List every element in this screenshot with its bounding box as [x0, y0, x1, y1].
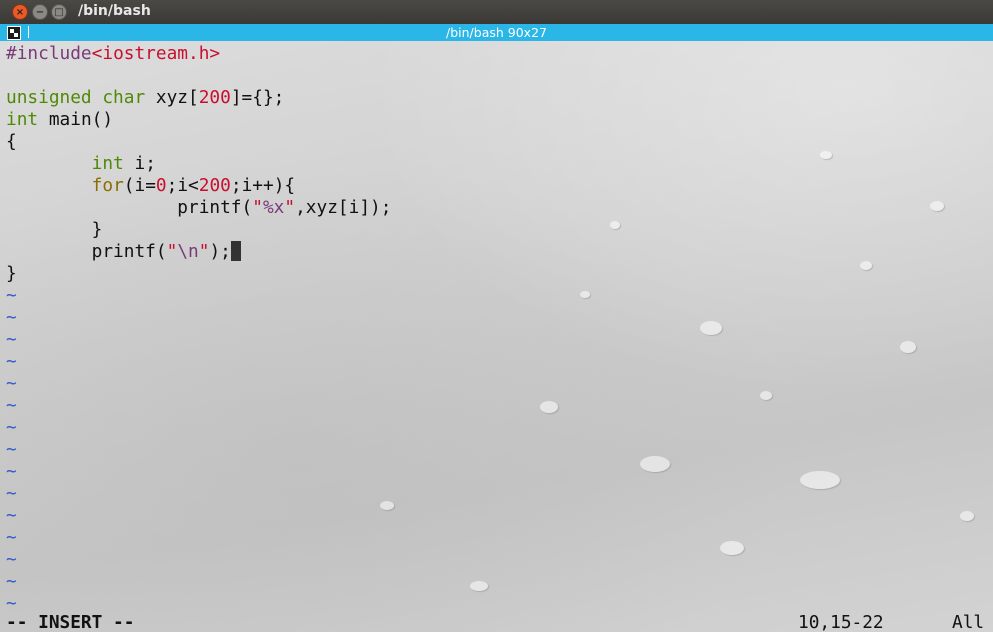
empty-line-marker: ~ [6, 417, 17, 438]
code-token: " [284, 197, 296, 218]
code-token: { [6, 131, 17, 152]
code-token: printf( [6, 197, 253, 218]
code-token: " [166, 241, 178, 262]
code-line: printf("%x",xyz[i]); [6, 197, 391, 219]
code-token: main() [38, 109, 114, 130]
code-token: (i= [123, 175, 156, 196]
code-token: } [6, 219, 103, 240]
insert-mode-indicator: -- INSERT -- [6, 612, 135, 632]
code-token: printf( [6, 241, 167, 262]
cursor-position: 10,15-22 [798, 612, 884, 632]
empty-line-marker: ~ [6, 571, 17, 592]
empty-line-marker: ~ [6, 395, 17, 416]
code-line: { [6, 131, 391, 153]
code-line: int main() [6, 109, 391, 131]
code-token: } [6, 263, 17, 284]
code-token: i; [123, 153, 156, 174]
code-token: 200 [198, 87, 231, 108]
code-token: <iostream.h> [91, 43, 221, 64]
code-token: ;i< [166, 175, 199, 196]
code-line: } [6, 263, 391, 285]
code-token: ); [209, 241, 231, 262]
window-title: /bin/bash [78, 3, 151, 19]
code-token: int [6, 109, 39, 130]
empty-line-marker: ~ [6, 483, 17, 504]
code-line: #include<iostream.h> [6, 43, 391, 65]
window-titlebar[interactable]: × − □ /bin/bash [0, 0, 993, 24]
code-line: int i; [6, 153, 391, 175]
code-line: for(i=0;i<200;i++){ [6, 175, 391, 197]
close-icon[interactable]: × [12, 4, 28, 20]
empty-line-marker: ~ [6, 439, 17, 460]
code-token: xyz[ [145, 87, 199, 108]
vim-status-line: -- INSERT -- 10,15-22 All [6, 612, 986, 632]
empty-line-marker: ~ [6, 351, 17, 372]
text-cursor [230, 241, 241, 261]
tab-bar: /bin/bash 90x27 [0, 24, 993, 41]
code-token: %x [262, 197, 285, 218]
code-line: printf("\n"); [6, 241, 391, 263]
empty-line-marker: ~ [6, 285, 17, 306]
empty-line-marker: ~ [6, 461, 17, 482]
empty-line-marker: ~ [6, 307, 17, 328]
code-token: ,xyz[i]); [295, 197, 392, 218]
code-token: 0 [155, 175, 167, 196]
code-token: \n [177, 241, 199, 262]
code-token: #include [6, 43, 92, 64]
empty-line-marker: ~ [6, 527, 17, 548]
code-line: } [6, 219, 391, 241]
code-token: for [91, 175, 124, 196]
code-token: 200 [198, 175, 231, 196]
maximize-icon[interactable]: □ [51, 4, 67, 20]
empty-line-marker: ~ [6, 329, 17, 350]
code-editor[interactable]: #include<iostream.h> unsigned char xyz[20… [6, 43, 391, 615]
code-token: int [91, 153, 124, 174]
code-token: ;i++){ [230, 175, 296, 196]
empty-line-marker: ~ [6, 373, 17, 394]
code-token: unsigned char [6, 87, 146, 108]
code-token: ]={}; [230, 87, 285, 108]
minimize-icon[interactable]: − [32, 4, 48, 20]
tab-title: /bin/bash 90x27 [446, 25, 547, 40]
terminal-area[interactable]: #include<iostream.h> unsigned char xyz[20… [0, 41, 993, 632]
empty-line-marker: ~ [6, 505, 17, 526]
code-line: unsigned char xyz[200]={}; [6, 87, 391, 109]
code-token: " [198, 241, 210, 262]
scroll-indicator: All [952, 612, 985, 632]
code-token: " [252, 197, 263, 218]
empty-line-marker: ~ [6, 549, 17, 570]
